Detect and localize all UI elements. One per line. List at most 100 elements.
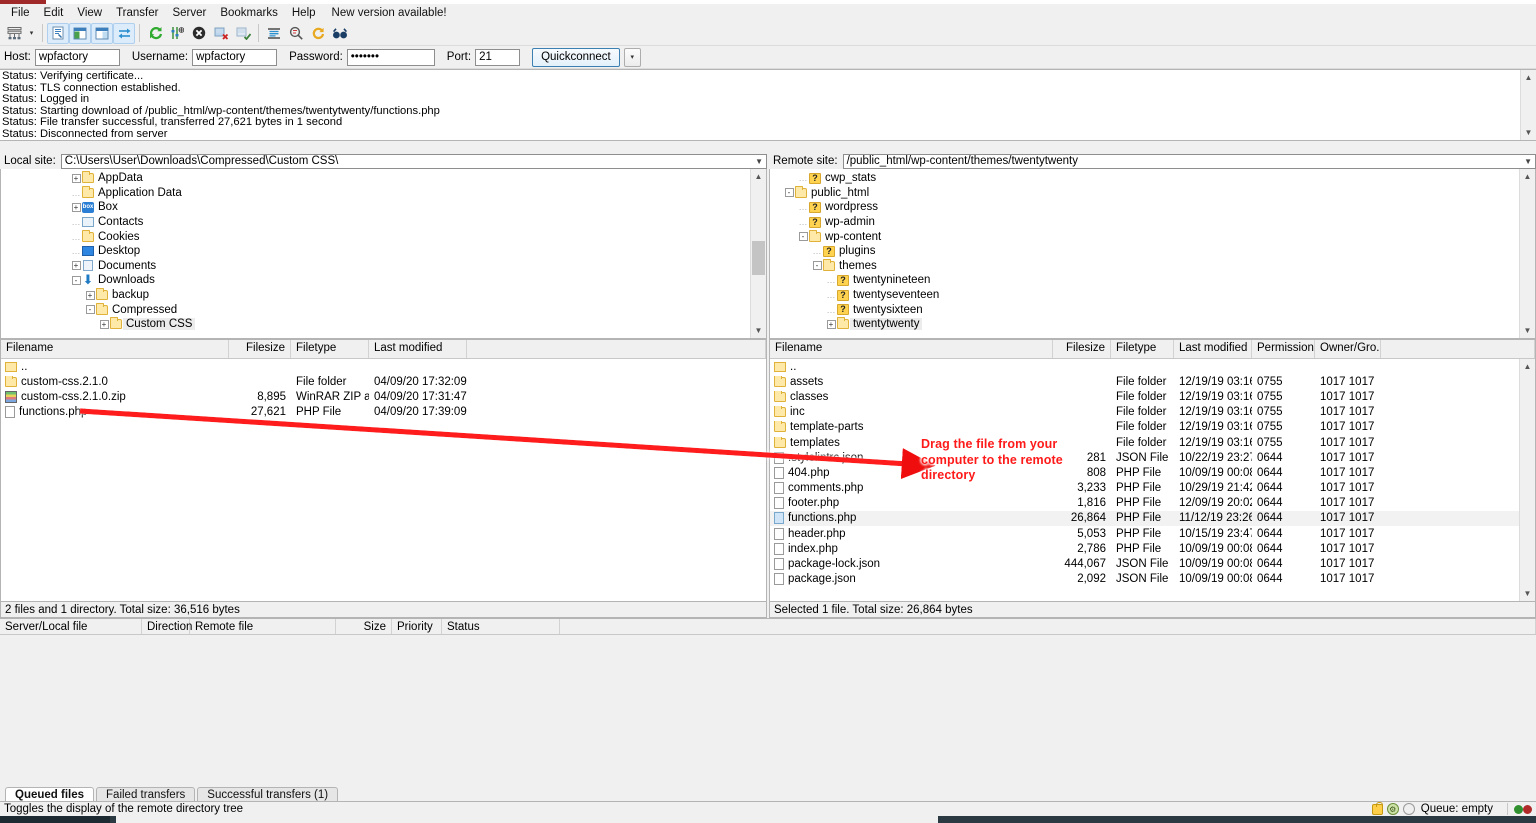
tree-item-local[interactable]: + backup: [1, 288, 750, 303]
synchronized-browsing-button[interactable]: [307, 23, 329, 44]
remote-site-path-input[interactable]: /public_html/wp-content/themes/twentytwe…: [842, 153, 1536, 169]
gear-icon[interactable]: ⚙: [1386, 803, 1399, 815]
tree-expander[interactable]: -: [798, 232, 808, 242]
menu-item-server[interactable]: Server: [165, 5, 213, 21]
new-version-notice[interactable]: New version available!: [323, 5, 454, 21]
scroll-down-icon[interactable]: ▼: [751, 323, 766, 338]
tree-item-local[interactable]: - Compressed: [1, 302, 750, 317]
tree-expander[interactable]: +: [85, 290, 95, 300]
toggle-remote-tree-button[interactable]: [91, 22, 113, 44]
chevron-down-icon[interactable]: ▼: [1524, 157, 1532, 166]
column-header-server-local-file[interactable]: Server/Local file: [0, 619, 142, 634]
tree-expander[interactable]: -: [784, 188, 794, 198]
tree-item-local[interactable]: … Cookies: [1, 229, 750, 244]
host-input[interactable]: [34, 48, 120, 66]
column-header-lastmodified[interactable]: Last modified: [1174, 340, 1252, 358]
chevron-down-icon[interactable]: ▼: [755, 157, 763, 166]
port-input[interactable]: [475, 48, 521, 66]
scroll-up-icon[interactable]: ▲: [1521, 70, 1536, 85]
column-header-filetype[interactable]: Filetype: [1111, 340, 1174, 358]
local-directory-tree[interactable]: + AppData… Application Data + box Box… Contact…: [0, 169, 767, 339]
column-header-filename[interactable]: Filename: [770, 340, 1053, 358]
remote-directory-tree[interactable]: …? cwp_stats - public_html…? wordpress…? wp-a…: [769, 169, 1536, 339]
menu-item-help[interactable]: Help: [285, 5, 323, 21]
tree-item-remote[interactable]: - public_html: [770, 185, 1519, 201]
tree-item-local[interactable]: - ⬇ Downloads: [1, 273, 750, 288]
remote-file-rows[interactable]: .. assets File folder 12/19/19 03:16:... 075…: [770, 359, 1535, 601]
tree-item-local[interactable]: + AppData: [1, 171, 750, 186]
disconnect-button[interactable]: [210, 23, 232, 44]
file-row-local[interactable]: custom-css.2.1.0.zip 8,895 WinRAR ZIP ar..…: [1, 389, 766, 404]
menu-item-view[interactable]: View: [70, 5, 109, 21]
lock-icon[interactable]: [1371, 801, 1383, 815]
menu-item-bookmarks[interactable]: Bookmarks: [213, 5, 285, 21]
scroll-thumb[interactable]: [752, 241, 765, 275]
file-row-remote[interactable]: templates File folder 12/19/19 03:16:... 07…: [770, 435, 1535, 450]
queue-body[interactable]: [0, 635, 1536, 788]
reconnect-button[interactable]: [232, 23, 254, 44]
column-header-lastmodified[interactable]: Last modified: [369, 340, 467, 358]
scroll-up-icon[interactable]: ▲: [751, 169, 766, 184]
file-row-remote[interactable]: inc File folder 12/19/19 03:16:... 0755 1017…: [770, 405, 1535, 420]
quickconnect-dropdown-icon[interactable]: ▾: [623, 47, 641, 67]
tree-item-remote[interactable]: - themes: [770, 258, 1519, 274]
tree-expander[interactable]: +: [99, 319, 109, 329]
toggle-transfer-queue-button[interactable]: [113, 22, 135, 44]
tree-expander[interactable]: +: [826, 319, 836, 329]
local-file-list[interactable]: Filename Filesize Filetype Last modified…: [0, 339, 767, 602]
file-row-remote[interactable]: 404.php 808 PHP File 10/09/19 00:08:... 0644…: [770, 465, 1535, 480]
local-file-rows[interactable]: .. custom-css.2.1.0 File folder 04/09/20 17…: [1, 359, 766, 601]
tree-item-local[interactable]: + box Box: [1, 200, 750, 215]
menu-item-transfer[interactable]: Transfer: [109, 5, 165, 21]
file-row-remote[interactable]: header.php 5,053 PHP File 10/15/19 23:47:..…: [770, 526, 1535, 541]
remote-list-scrollbar[interactable]: ▲ ▼: [1519, 359, 1535, 601]
tree-item-remote[interactable]: - wp-content: [770, 229, 1519, 244]
file-row-remote[interactable]: functions.php 26,864 PHP File 11/12/19 23:2…: [770, 510, 1535, 527]
password-input[interactable]: [346, 48, 435, 66]
file-row-local[interactable]: custom-css.2.1.0 File folder 04/09/20 17:3…: [1, 374, 766, 389]
message-log-scrollbar[interactable]: ▲ ▼: [1520, 70, 1536, 140]
tree-item-remote[interactable]: …? wordpress: [770, 200, 1519, 215]
file-row-remote[interactable]: comments.php 3,233 PHP File 10/29/19 21:42:…: [770, 481, 1535, 496]
file-row-remote[interactable]: package.json 2,092 JSON File 10/09/19 00:08…: [770, 572, 1535, 587]
tree-item-remote[interactable]: …? twentynineteen: [770, 273, 1519, 288]
tab-failed-transfers[interactable]: Failed transfers: [96, 787, 196, 801]
column-header-filesize[interactable]: Filesize: [1053, 340, 1111, 358]
username-input[interactable]: [192, 48, 278, 66]
column-header-filetype[interactable]: Filetype: [291, 340, 369, 358]
toggle-message-log-button[interactable]: [47, 22, 69, 44]
menu-item-file[interactable]: File: [4, 5, 37, 21]
column-header-permissions[interactable]: Permissions: [1252, 340, 1315, 358]
tree-expander[interactable]: +: [71, 261, 81, 271]
file-row-local[interactable]: functions.php 27,621 PHP File 04/09/20 17:3…: [1, 405, 766, 420]
tree-expander[interactable]: -: [71, 275, 81, 285]
column-header-remote-file[interactable]: Remote file: [190, 619, 336, 634]
column-header-filesize[interactable]: Filesize: [229, 340, 291, 358]
tree-expander[interactable]: +: [71, 173, 81, 183]
tree-item-remote[interactable]: …? twentyseventeen: [770, 288, 1519, 303]
file-row-remote[interactable]: index.php 2,786 PHP File 10/09/19 00:08:...…: [770, 541, 1535, 556]
scroll-down-icon[interactable]: ▼: [1521, 125, 1536, 140]
tree-item-local[interactable]: … Application Data: [1, 185, 750, 201]
tree-item-remote[interactable]: + twentytwenty: [770, 317, 1519, 332]
menu-item-edit[interactable]: Edit: [37, 5, 71, 21]
filter-button[interactable]: [263, 23, 285, 44]
find-files-button[interactable]: [329, 23, 351, 44]
tree-item-remote[interactable]: …? wp-admin: [770, 215, 1519, 230]
column-header-priority[interactable]: Priority: [392, 619, 442, 634]
column-header-status[interactable]: Status: [442, 619, 560, 634]
file-row-remote[interactable]: template-parts File folder 12/19/19 03:16:…: [770, 420, 1535, 435]
tree-item-local[interactable]: + Documents: [1, 259, 750, 274]
site-manager-dropdown-icon[interactable]: ▾: [25, 29, 38, 37]
tree-item-remote[interactable]: …? twentysixteen: [770, 302, 1519, 317]
tree-item-local[interactable]: + Custom CSS: [1, 317, 750, 332]
refresh-button[interactable]: [144, 23, 166, 44]
column-header-direction[interactable]: Direction: [142, 619, 192, 634]
cancel-button[interactable]: [188, 23, 210, 44]
remote-file-list[interactable]: Filename Filesize Filetype Last modified…: [769, 339, 1536, 602]
column-header-size[interactable]: Size: [336, 619, 392, 634]
tree-item-local[interactable]: … Contacts: [1, 215, 750, 230]
file-row-remote[interactable]: classes File folder 12/19/19 03:16:... 0755…: [770, 389, 1535, 404]
file-row-remote[interactable]: assets File folder 12/19/19 03:16:... 0755 1…: [770, 374, 1535, 389]
scroll-down-icon[interactable]: ▼: [1520, 323, 1535, 338]
